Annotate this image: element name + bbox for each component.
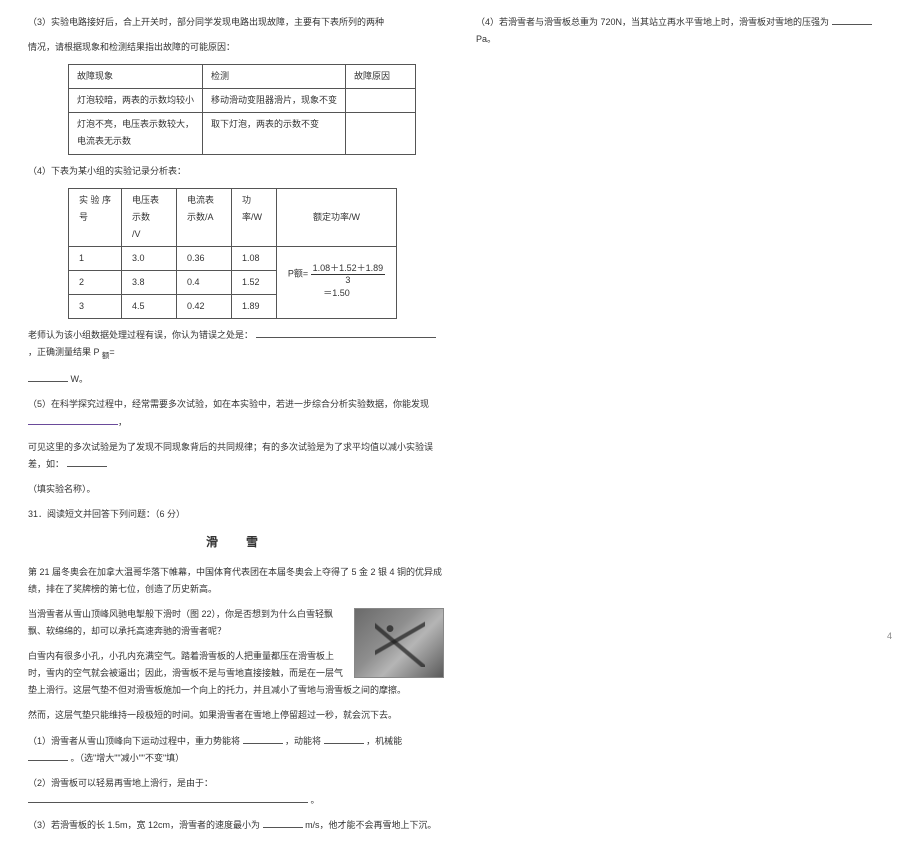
- sub-q4: （4）若滑雪者与滑雪板总重为 720N，当其站立再水平雪地上时，滑雪板对雪地的压…: [476, 14, 892, 48]
- fault-table: 故障现象 检测 故障原因 灯泡较暗，两表的示数均较小 移动滑动变阻器滑片，现象不…: [68, 64, 416, 154]
- data-h-v: 电压表示数 /V: [122, 188, 177, 246]
- fraction: 1.08＋1.52＋1.89 3: [311, 263, 386, 286]
- r2-a: 0.4: [177, 271, 232, 295]
- fault-r2c1: 灯泡不亮，电压表示数较大， 电流表无示数: [69, 113, 203, 154]
- q31-head: 31．阅读短文并回答下列问题：（6 分）: [28, 506, 444, 523]
- sub-q1: （1）滑雪者从雪山顶峰向下运动过程中，重力势能将 ，动能将 ，机械能 。（选"增…: [28, 733, 444, 767]
- blank-discover: [28, 416, 118, 424]
- data-table: 实 验 序 号 电压表示数 /V 电流表示数/A 功率/W 额定功率/W 1 3…: [68, 188, 397, 320]
- q5-line3: （填实验名称）。: [28, 481, 444, 498]
- blank-me: [28, 753, 68, 761]
- r1-v: 3.0: [122, 246, 177, 270]
- q4-unit-line: W。: [28, 371, 444, 388]
- rated-power-cell: P额= 1.08＋1.52＋1.89 3 ＝1.50: [277, 246, 397, 318]
- page-number: 4: [887, 628, 892, 645]
- fault-r2c3: [346, 113, 416, 154]
- blank-speed: [263, 820, 303, 828]
- fault-r1c3: [346, 89, 416, 113]
- skiing-figure-22: [354, 608, 444, 678]
- r2-n: 2: [69, 271, 122, 295]
- r2-p: 1.52: [232, 271, 277, 295]
- blank-error: [256, 330, 436, 338]
- article-title: 滑 雪: [28, 531, 444, 554]
- r3-a: 0.42: [177, 295, 232, 319]
- sub-q3: （3）若滑雪板的长 1.5m，宽 12cm，滑雪者的速度最小为 m/s，他才能不…: [28, 817, 444, 834]
- r3-p: 1.89: [232, 295, 277, 319]
- q5-line1: （5）在科学探究过程中，经常需要多次试验，如在本实验中，若进一步综合分析实验数据…: [28, 396, 444, 430]
- fault-r1c1: 灯泡较暗，两表的示数均较小: [69, 89, 203, 113]
- data-h-rate: 额定功率/W: [277, 188, 397, 246]
- data-h-seq: 实 验 序 号: [69, 188, 122, 246]
- fault-r1c2: 移动滑动变阻器滑片，现象不变: [203, 89, 346, 113]
- r1-a: 0.36: [177, 246, 232, 270]
- q5-line2: 可见这里的多次试验是为了发现不同现象背后的共同规律；有的多次试验是为了求平均值以…: [28, 439, 444, 473]
- blank-ke: [324, 735, 364, 743]
- sub-q2: （2）滑雪板可以轻易再雪地上滑行，是由于： 。: [28, 775, 444, 809]
- pg1: 第 21 届冬奥会在加拿大温哥华落下帷幕，中国体育代表团在本届冬奥会上夺得了 5…: [28, 564, 444, 598]
- blank-reason: [28, 795, 308, 803]
- r3-n: 3: [69, 295, 122, 319]
- q4-error-line: 老师认为该小组数据处理过程有误，你认为错误之处是： ，正确测量结果 P 额=: [28, 327, 444, 363]
- pg4: 然而，这层气垫只能维持一段极短的时间。如果滑雪者在雪地上停留超过一秒，就会沉下去…: [28, 707, 444, 724]
- r1-p: 1.08: [232, 246, 277, 270]
- fault-table-h3: 故障原因: [346, 65, 416, 89]
- q3-line2: 情况，请根据现象和检测结果指出故障的可能原因：: [28, 39, 444, 56]
- blank-exp-name: [67, 459, 107, 467]
- article-body: 第 21 届冬奥会在加拿大温哥华落下帷幕，中国体育代表团在本届冬奥会上夺得了 5…: [28, 564, 444, 733]
- data-h-a: 电流表示数/A: [177, 188, 232, 246]
- q3-line1: （3）实验电路接好后，合上开关时，部分同学发现电路出现故障，主要有下表所列的两种: [28, 14, 444, 31]
- fault-table-h2: 检测: [203, 65, 346, 89]
- blank-pe: [243, 735, 283, 743]
- data-h-p: 功率/W: [232, 188, 277, 246]
- r2-v: 3.8: [122, 271, 177, 295]
- r3-v: 4.5: [122, 295, 177, 319]
- blank-power: [28, 374, 68, 382]
- q4-intro: （4）下表为某小组的实验记录分析表：: [28, 163, 444, 180]
- fault-r2c2: 取下灯泡，两表的示数不变: [203, 113, 346, 154]
- fault-table-h1: 故障现象: [69, 65, 203, 89]
- blank-pressure: [832, 17, 872, 25]
- r1-n: 1: [69, 246, 122, 270]
